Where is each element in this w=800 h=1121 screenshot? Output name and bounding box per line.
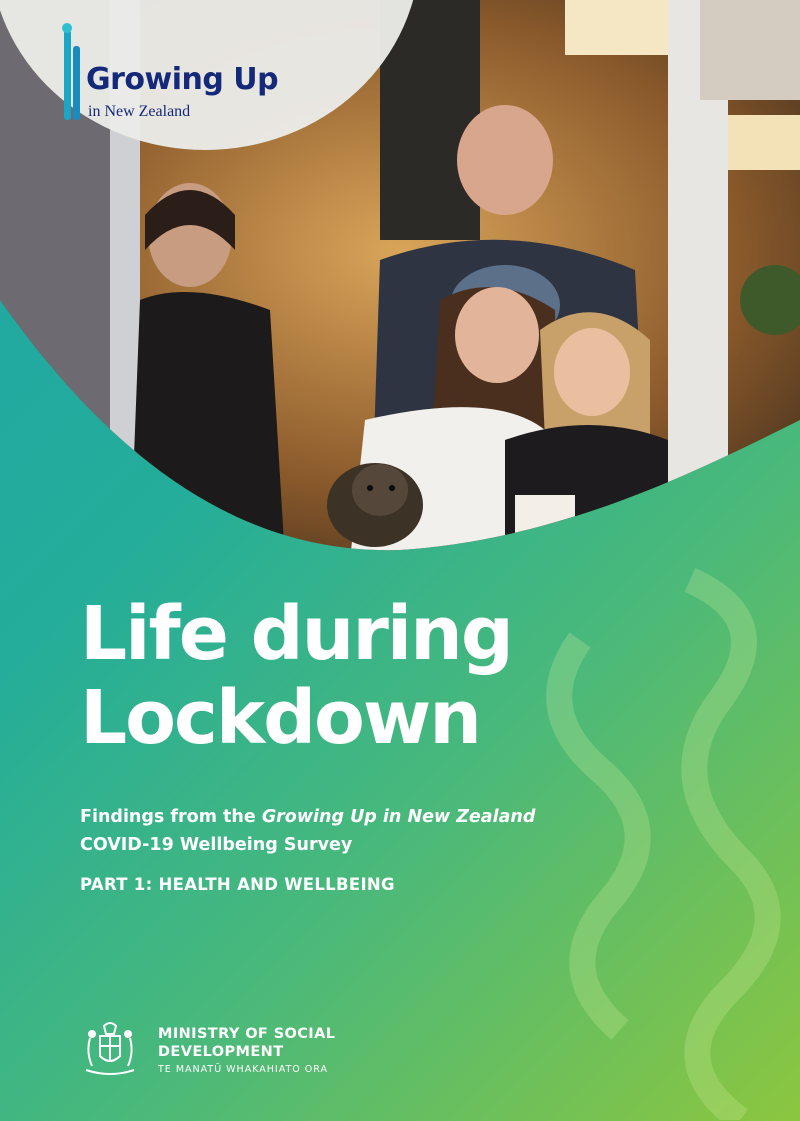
subtitle-line-1: Findings from the Growing Up in New Zeal…	[80, 803, 535, 831]
publisher-name-line-1: MINISTRY OF SOCIAL	[158, 1026, 336, 1042]
logo-subtitle: in New Zealand	[88, 103, 191, 120]
title-line-2: Lockdown	[80, 675, 482, 761]
subtitle-line-2: COVID-19 Wellbeing Survey	[80, 835, 353, 855]
koru-pattern	[546, 568, 781, 1120]
title-line-1: Life during	[80, 591, 514, 677]
publisher-name-line-2: DEVELOPMENT	[158, 1044, 284, 1060]
nz-coat-of-arms-icon	[85, 1022, 135, 1075]
growing-up-logo-icon	[62, 23, 80, 120]
part-heading: PART 1: HEALTH AND WELLBEING	[80, 875, 395, 894]
report-title: Life during Lockdown	[80, 591, 514, 761]
subtitle-prefix: Findings from the	[80, 807, 262, 827]
publisher-name: MINISTRY OF SOCIAL DEVELOPMENT	[158, 1025, 335, 1061]
publisher-maori-name: TE MANATŪ WHAKAHIATO ORA	[158, 1064, 328, 1075]
report-cover: Growing Up in New Zealand Life during Lo…	[0, 0, 800, 1121]
report-subtitle: Findings from the Growing Up in New Zeal…	[80, 803, 535, 859]
study-name: Growing Up in New Zealand	[261, 807, 536, 827]
logo-title: Growing Up	[86, 62, 279, 97]
